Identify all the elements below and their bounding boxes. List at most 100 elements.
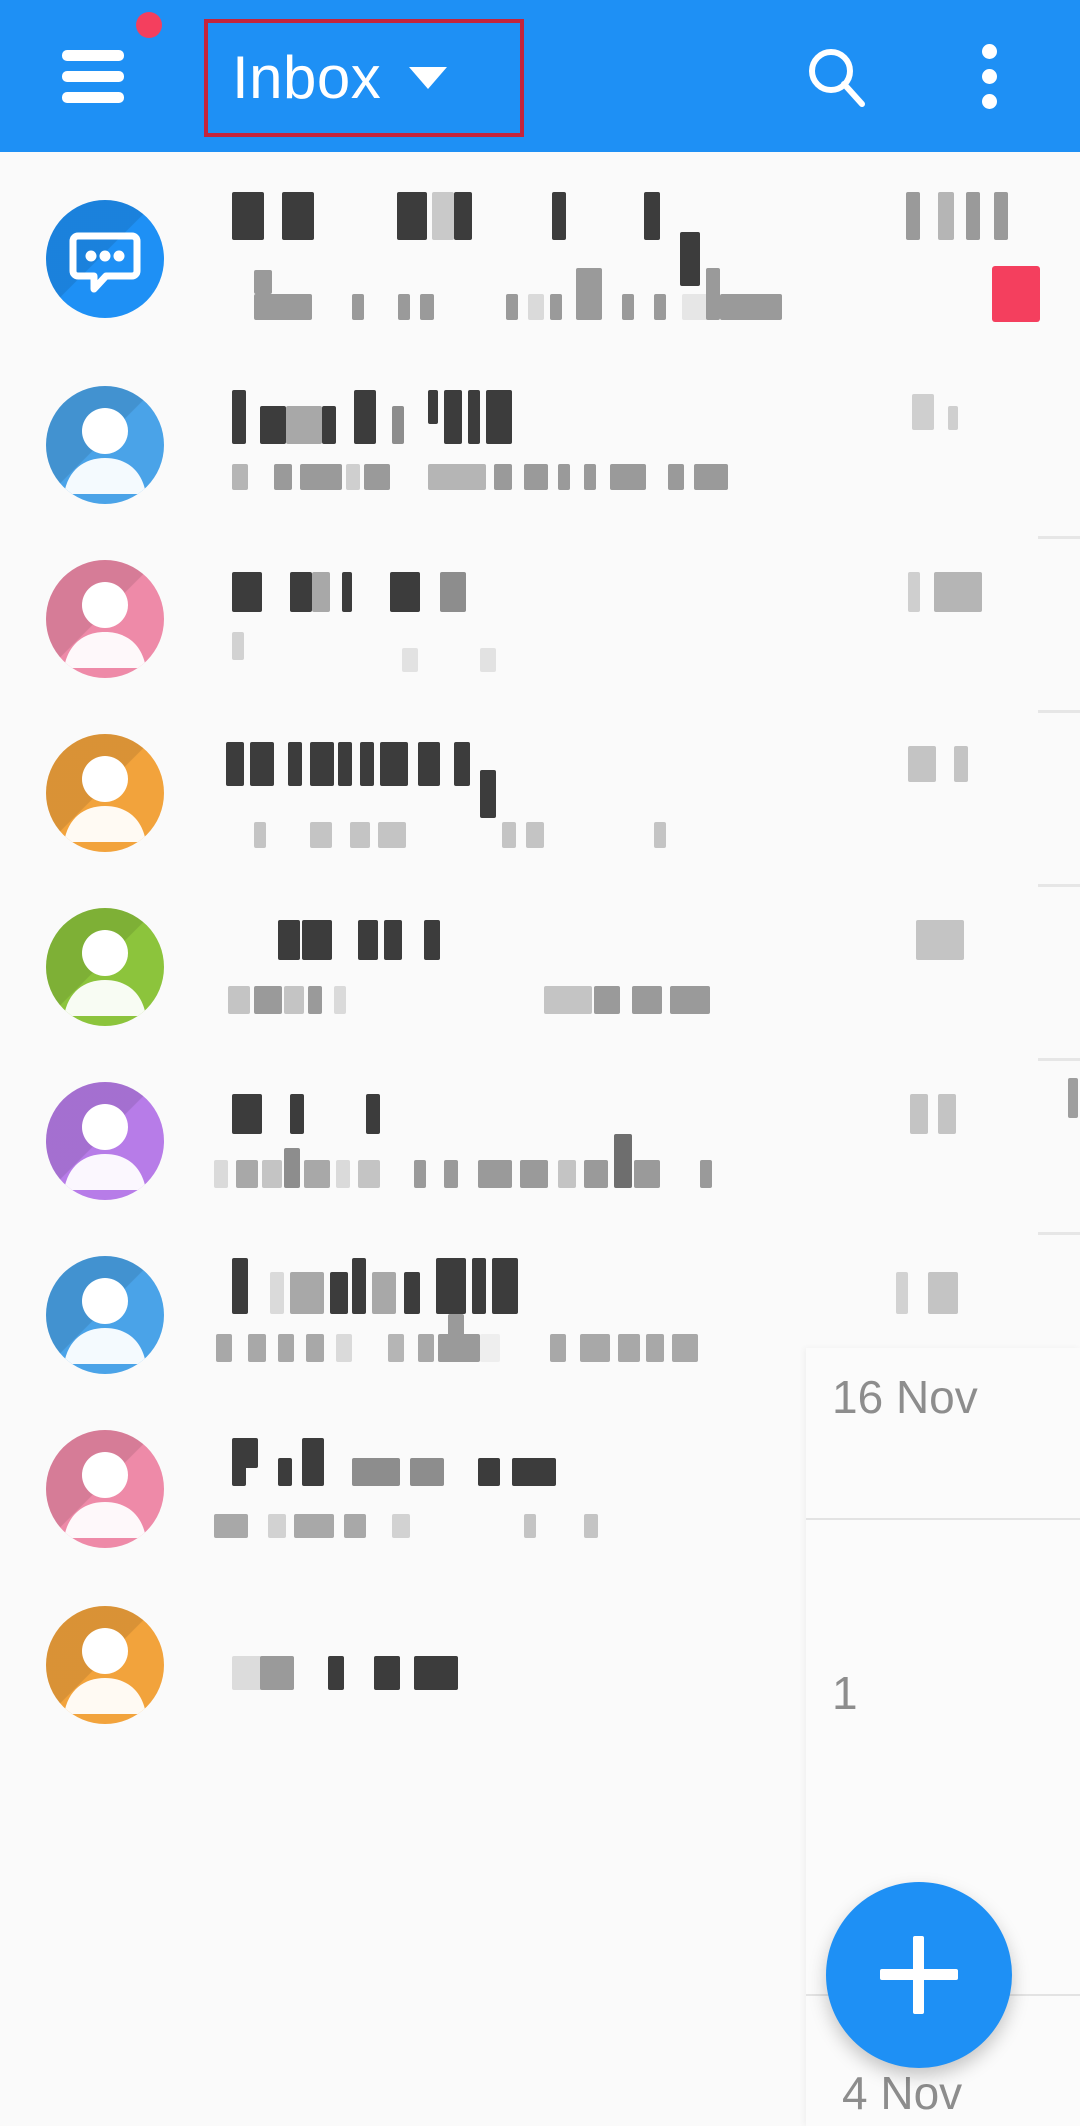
redaction-block [478,1458,500,1486]
list-item-body [232,152,1060,322]
redaction-block [700,1160,712,1188]
redaction-block [380,742,408,786]
redaction-block [428,464,486,490]
redaction-block [506,294,518,320]
redaction-block [300,464,342,490]
redaction-block [414,1656,458,1690]
scrollbar-thumb[interactable] [1068,1078,1078,1118]
redaction-block [310,742,334,786]
redaction-block [388,1334,404,1362]
redaction-block [668,464,684,490]
redaction-block [366,1094,380,1134]
hamburger-menu-icon[interactable] [62,50,124,103]
redaction-block [260,1656,294,1690]
redaction-block [454,742,470,786]
list-item-title-redacted [232,1236,1060,1322]
redaction-block [558,464,570,490]
redaction-block [232,572,262,612]
inbox-folder-selector[interactable]: Inbox [204,19,524,137]
redaction-block [414,1160,426,1188]
list-item[interactable] [0,714,1080,888]
redaction-block [274,464,292,490]
redaction-block [654,822,666,848]
redaction-block [502,822,516,848]
redaction-block [544,986,592,1014]
redaction-block [644,192,660,240]
redaction-block [512,1458,556,1486]
redaction-block [938,192,954,240]
redaction-block [338,742,352,786]
redaction-block [288,742,302,786]
list-item[interactable] [0,152,1080,366]
redaction-block [352,1458,400,1486]
search-icon[interactable] [805,45,869,109]
redaction-block [290,572,312,612]
list-item-subtitle-redacted [214,1134,1060,1208]
redaction-block [260,406,286,444]
redaction-block [262,1160,282,1188]
more-vertical-icon[interactable] [978,44,1004,110]
redaction-block [358,1160,380,1188]
redaction-block [494,464,512,490]
list-item-body [228,888,1060,1034]
redaction-block [594,986,620,1014]
redaction-block [432,192,454,240]
redaction-block [934,572,982,612]
list-item-subtitle-redacted [232,800,1060,860]
redaction-block [214,1160,228,1188]
person-avatar-icon [64,930,146,1016]
list-item-body [232,366,1060,512]
redaction-block [398,294,410,320]
redaction-block [402,648,418,672]
redaction-block [910,1094,928,1134]
redaction-block [646,1334,664,1362]
timestamp-partial: 1 [832,1667,858,1719]
redaction-block [418,742,440,786]
redaction-block [906,192,920,240]
avatar [46,908,164,1026]
redaction-block [632,986,662,1014]
redaction-block [694,464,728,490]
redaction-block [584,1514,598,1538]
overflow-dot-3 [982,94,997,109]
redaction-block [618,1334,640,1362]
redaction-block [336,1334,352,1362]
redaction-block [524,464,548,490]
list-divider [1038,884,1080,887]
redaction-block [444,390,462,444]
redaction-block [374,1656,400,1690]
redaction-block [622,294,634,320]
person-avatar-icon [64,756,146,842]
avatar [46,734,164,852]
redaction-block [576,268,602,320]
list-item[interactable] [0,366,1080,540]
redaction-block [908,746,936,782]
redaction-block [248,1334,266,1362]
redaction-block [232,632,244,660]
person-avatar-icon [64,408,146,494]
redaction-block [352,294,364,320]
redaction-block [938,1094,956,1134]
redaction-block [216,1334,232,1362]
redaction-block [360,742,374,786]
list-item[interactable] [0,1062,1080,1236]
timestamp-4-nov: 4 Nov [842,2067,963,2119]
list-item[interactable] [0,540,1080,714]
list-item-subtitle-redacted [228,974,1060,1034]
chat-bubble-icon [69,232,141,293]
redaction-block [226,742,244,786]
redaction-block [670,986,710,1014]
menu-bar-3 [62,92,124,103]
redaction-block [520,1160,548,1188]
redaction-block [384,920,402,960]
redaction-block [284,986,304,1014]
list-item-title-redacted [226,714,1060,818]
redaction-block [524,1514,536,1538]
list-item-body [214,1062,1060,1208]
redaction-block [254,270,272,294]
redaction-block [390,572,420,612]
list-item[interactable] [0,888,1080,1062]
redaction-block [278,920,300,960]
overflow-dot-2 [982,69,997,84]
compose-fab[interactable] [826,1882,1012,2068]
